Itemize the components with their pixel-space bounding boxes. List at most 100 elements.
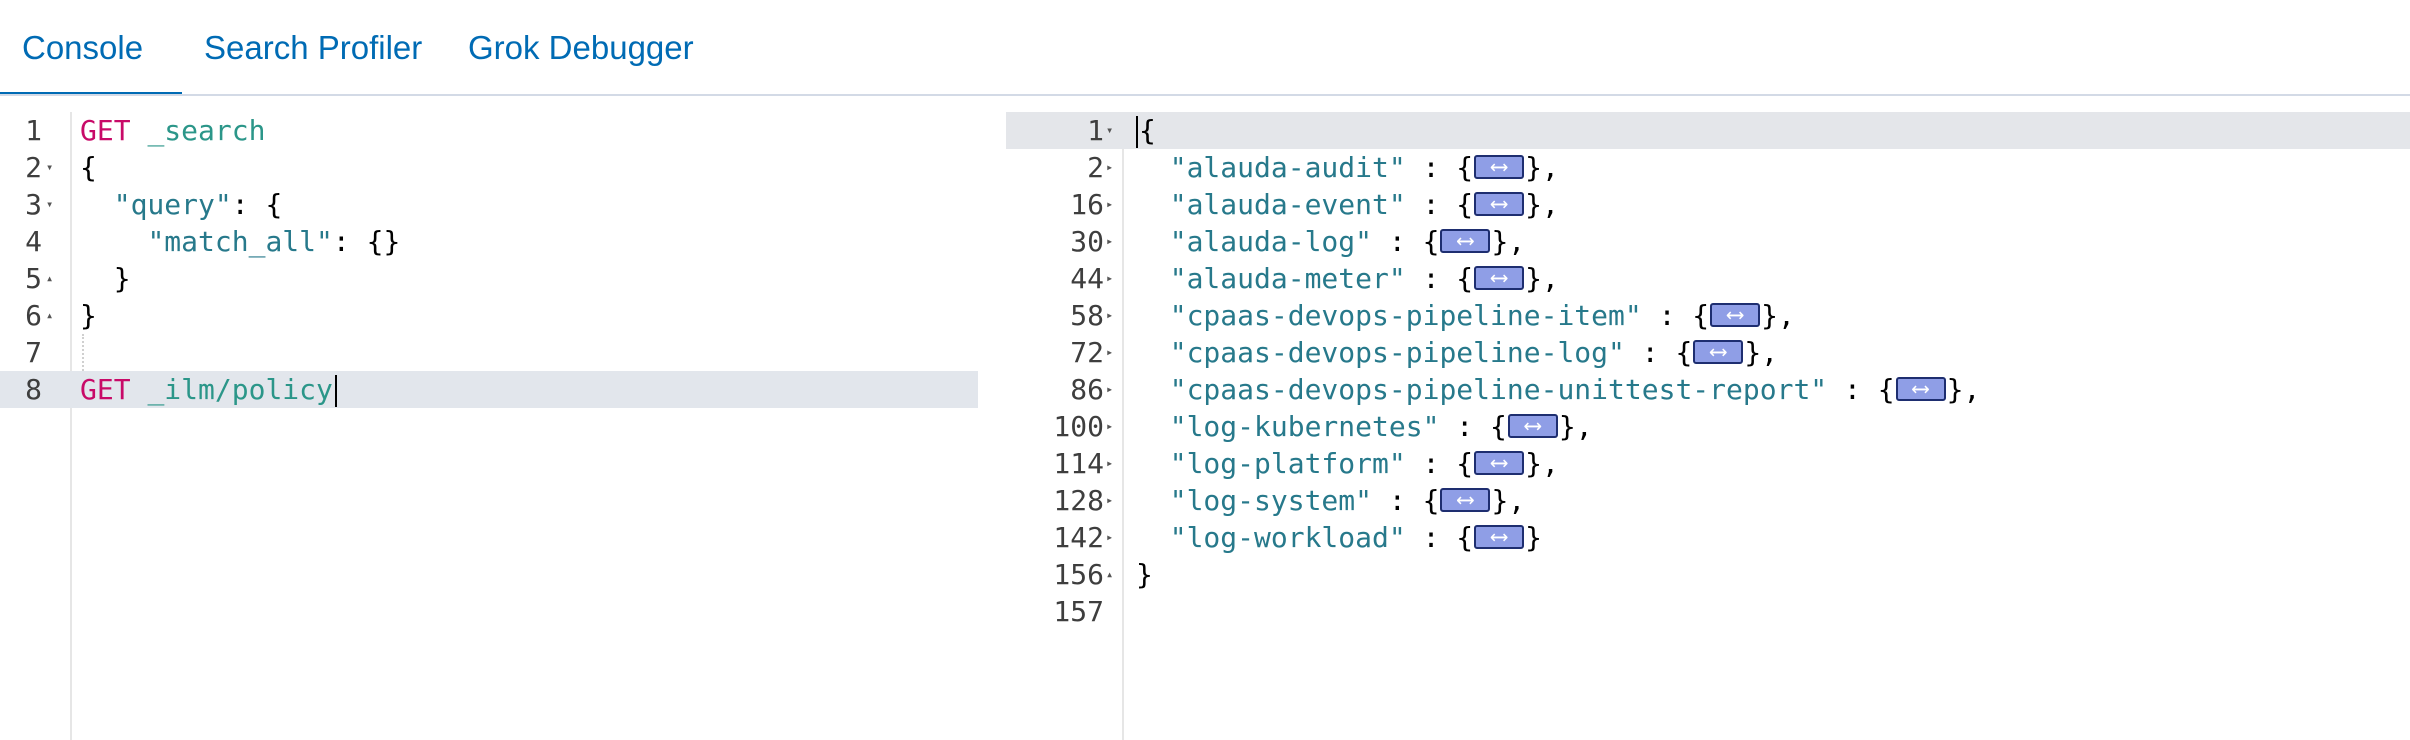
token: GET (80, 373, 131, 406)
token: : { (1405, 188, 1474, 221)
folded-block-expand-icon[interactable] (1474, 259, 1525, 295)
token: }, (1558, 410, 1593, 443)
token: : { (1405, 262, 1474, 295)
fold-close-icon[interactable]: ▴ (46, 260, 53, 297)
indent-guide (82, 334, 84, 371)
fold-collapsed-icon[interactable]: ▸ (1106, 445, 1113, 482)
code-text: "cpaas-devops-pipeline-unittest-report" … (1136, 370, 1981, 408)
token: : { (231, 188, 283, 221)
tab-console[interactable]: Console (0, 0, 182, 96)
fold-collapsed-icon[interactable]: ▸ (1106, 260, 1113, 297)
folded-block-expand-icon[interactable] (1474, 148, 1525, 184)
fold-collapsed-icon[interactable]: ▸ (1106, 223, 1113, 260)
fold-collapsed-icon[interactable]: ▸ (1106, 334, 1113, 371)
line-number: 30 (1070, 225, 1104, 258)
active-line-highlight (1006, 112, 2410, 149)
line-number: 16 (1070, 188, 1104, 221)
token: "cpaas-devops-pipeline-item" (1169, 299, 1642, 332)
token: }, (1525, 262, 1559, 295)
fold-close-icon[interactable]: ▴ (46, 297, 53, 334)
fold-collapsed-icon[interactable]: ▸ (1106, 186, 1113, 223)
code-text: "alauda-meter" : {}, (1136, 259, 1559, 297)
line-number: 142 (1053, 521, 1104, 554)
line-number: 156 (1053, 558, 1104, 591)
token: : { (1405, 447, 1474, 480)
token: : { (1372, 484, 1440, 517)
token: "match_all" (147, 225, 333, 258)
line-number: 72 (1070, 336, 1104, 369)
token: "log-system" (1169, 484, 1373, 517)
line-number: 157 (1053, 595, 1104, 628)
folded-block-expand-icon[interactable] (1474, 185, 1525, 221)
token: : { (1405, 151, 1474, 184)
token: : { (1641, 299, 1710, 332)
text-cursor (1136, 116, 1138, 148)
fold-collapsed-icon[interactable]: ▸ (1106, 297, 1113, 334)
tab-bar: Console Search Profiler Grok Debugger (0, 0, 2410, 96)
token: : { (1439, 410, 1507, 443)
folded-block-expand-icon[interactable] (1507, 407, 1558, 443)
token: "cpaas-devops-pipeline-unittest-report" (1169, 373, 1828, 406)
fold-open-icon[interactable]: ▾ (46, 149, 53, 186)
fold-open-icon[interactable]: ▾ (46, 186, 53, 223)
folded-block-expand-icon[interactable] (1710, 296, 1761, 332)
line-number: 58 (1070, 299, 1104, 332)
line-number: 2 (1087, 151, 1104, 184)
token: GET (80, 114, 131, 147)
token: }, (1946, 373, 1981, 406)
fold-collapsed-icon[interactable]: ▸ (1106, 149, 1113, 186)
token: } (80, 262, 131, 295)
token: "cpaas-devops-pipeline-log" (1169, 336, 1625, 369)
folded-block-expand-icon[interactable] (1440, 222, 1491, 258)
folded-block-expand-icon[interactable] (1440, 481, 1491, 517)
token: "alauda-audit" (1169, 151, 1406, 184)
token: { (1139, 114, 1156, 147)
tab-grok-debugger[interactable]: Grok Debugger (446, 0, 744, 94)
line-number: 2 (25, 151, 42, 184)
token: : { (1405, 521, 1474, 554)
token: }, (1525, 188, 1559, 221)
folded-block-expand-icon[interactable] (1895, 370, 1946, 406)
token: } (80, 299, 97, 332)
token: "log-platform" (1169, 447, 1406, 480)
line-number: 44 (1070, 262, 1104, 295)
token: }, (1761, 299, 1795, 332)
request-editor[interactable]: 1 GET _search 2 ▾ {3 ▾ "query": {4 "match_all… (0, 112, 978, 740)
code-text: GET _search (80, 112, 265, 149)
fold-collapsed-icon[interactable]: ▸ (1106, 519, 1113, 556)
code-text: "cpaas-devops-pipeline-item" : {}, (1136, 296, 1795, 334)
token: "log-workload" (1169, 521, 1406, 554)
fold-collapsed-icon[interactable]: ▸ (1106, 408, 1113, 445)
line-number: 8 (25, 373, 42, 406)
response-viewer[interactable]: 1▾{2▸ "alauda-audit" : {},16▸ "alauda-ev… (1006, 112, 2410, 740)
code-text: "cpaas-devops-pipeline-log" : {}, (1136, 333, 1778, 371)
token: }, (1525, 447, 1559, 480)
code-text: "alauda-log" : {}, (1136, 222, 1525, 260)
line-number: 4 (25, 225, 42, 258)
fold-open-icon[interactable]: ▾ (1106, 112, 1113, 149)
token: : {} (332, 225, 401, 258)
fold-collapsed-icon[interactable]: ▸ (1106, 371, 1113, 408)
line-number: 86 (1070, 373, 1104, 406)
folded-block-expand-icon[interactable] (1474, 518, 1525, 554)
fold-collapsed-icon[interactable]: ▸ (1106, 482, 1113, 519)
line-number: 1 (1087, 114, 1104, 147)
text-cursor (334, 375, 337, 407)
token: "alauda-event" (1169, 188, 1406, 221)
folded-block-expand-icon[interactable] (1474, 444, 1525, 480)
fold-close-icon[interactable]: ▴ (1106, 556, 1113, 593)
code-text: } (80, 297, 97, 334)
folded-block-expand-icon[interactable] (1693, 333, 1744, 369)
tab-search-profiler[interactable]: Search Profiler (182, 0, 446, 94)
